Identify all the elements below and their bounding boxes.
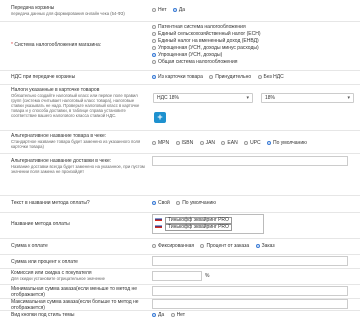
vat-from-product[interactable]: Из карточки товара (152, 74, 203, 80)
vat-rate-select[interactable]: 18% ▾ (261, 93, 354, 103)
send-cart-label: Передача корзины передача данных для фор… (11, 5, 146, 16)
alt-name-default[interactable]: По умолчанию (267, 140, 307, 146)
commission-label: Комиссия или скидка с покупателя Для ски… (11, 270, 146, 281)
sum-mode-row: Сумма к оплате Фиксированная Процент от … (0, 239, 360, 253)
commission-row: Комиссия или скидка с покупателя Для ски… (0, 269, 360, 283)
min-sum-row: Минимальная сумма заказа(если меньше то … (0, 285, 360, 298)
tax-option-patent[interactable]: Патентная система налогообложения (152, 24, 246, 31)
vat-delivery-row: НДС при передаче корзины Из карточки тов… (0, 71, 360, 83)
min-sum-label: Минимальная сумма заказа(если меньше то … (11, 286, 138, 298)
vat-forced[interactable]: Принудительно (209, 74, 251, 80)
tax-system-options: Патентная система налогообложения Единый… (152, 24, 266, 66)
alt-name-mpn[interactable]: MPN (152, 140, 169, 146)
max-sum-row: Максимальная сумма заказа(если больше то… (0, 299, 360, 311)
alt-delivery-name-help: Название доставки всегда будет заменено … (11, 164, 145, 174)
tax-classes-label: Налоги указанные в карточке товаров Обяз… (11, 87, 146, 118)
tax-option-general[interactable]: Общая система налогообложения (152, 59, 237, 66)
button-style-row: Вид кнопки под стиль темы Да Нет (0, 311, 360, 320)
percent-unit: % (205, 273, 210, 279)
sum-or-percent-row: Сумма или процент к оплате (0, 255, 360, 267)
chevron-down-icon: ▾ (347, 95, 350, 101)
vat-none[interactable]: Без НДС (257, 74, 284, 80)
sum-mode-percent[interactable]: Процент от заказа (200, 243, 249, 249)
tax-classes-row: Налоги указанные в карточке товаров Обяз… (0, 86, 360, 128)
alt-name-jan[interactable]: JAN (199, 140, 215, 146)
vat-class-select[interactable]: НДС 18% ▾ (153, 93, 253, 103)
alt-delivery-name-row: Альтернативное название доставки в чеке:… (0, 154, 360, 176)
sum-or-percent-label: Сумма или процент к оплате (11, 259, 78, 265)
sum-mode-label: Сумма к оплате (11, 243, 48, 249)
button-style-options: Да Нет (152, 312, 190, 318)
method-text-label: Текст в названии метода оплаты? (11, 200, 90, 206)
method-name-input[interactable]: Тинькофф эквайринг PRO (165, 224, 232, 231)
method-name-entry[interactable]: Тинькофф эквайринг PRO (153, 224, 263, 231)
min-sum-input[interactable] (152, 286, 348, 296)
add-tax-row-button[interactable]: + (154, 112, 166, 123)
send-cart-yes[interactable]: Да (172, 7, 185, 13)
alt-product-name-label: Альтернативное название товара в чеке: С… (11, 133, 146, 149)
tax-system-label: * Система налогообложения магазина: (11, 42, 102, 48)
alt-product-name-help: Стандартное название товара будет замене… (11, 139, 141, 149)
method-text-default[interactable]: По умолчанию (176, 200, 216, 206)
tax-option-usn[interactable]: Упрощенная (УСН, доходы) (152, 52, 222, 59)
method-name-input[interactable]: Тинькофф эквайринг PRO (165, 217, 232, 224)
button-style-no[interactable]: Нет (170, 312, 185, 318)
send-cart-options: Нет Да (152, 7, 190, 13)
alt-product-name-row: Альтернативное название товара в чеке: С… (0, 131, 360, 152)
alt-name-upc[interactable]: UPC (244, 140, 261, 146)
send-cart-no[interactable]: Нет (152, 7, 167, 13)
sum-mode-fixed[interactable]: Фиксированная (152, 243, 194, 249)
alt-delivery-name-label: Альтернативное название доставки в чеке:… (11, 158, 145, 174)
send-cart-help: передача данных для формирования онлайн … (11, 11, 125, 16)
alt-name-ean[interactable]: EAN (221, 140, 238, 146)
method-name-row: Название метода оплаты Тинькофф эквайрин… (0, 213, 360, 237)
method-text-options: Свой По умолчанию (152, 200, 221, 206)
sum-mode-options: Фиксированная Процент от заказа Заказ (152, 243, 280, 249)
tax-system-row: * Система налогообложения магазина: Пате… (0, 23, 360, 69)
tax-option-envd[interactable]: Единый налог на вмененный доход (ЕНВД) (152, 38, 259, 45)
send-cart-row: Передача корзины передача данных для фор… (0, 0, 360, 20)
method-text-row: Текст в названии метода оплаты? Свой По … (0, 196, 360, 208)
ru-flag-icon (155, 224, 162, 228)
method-name-label: Название метода оплаты (11, 221, 70, 227)
alt-name-isbn[interactable]: ISBN (175, 140, 193, 146)
vat-delivery-label: НДС при передаче корзины (11, 74, 76, 80)
commission-input[interactable] (152, 271, 202, 281)
chevron-down-icon: ▾ (246, 95, 249, 101)
tax-option-usn-minus[interactable]: Упрощенная (УСН, доходы минус расходы) (152, 45, 259, 52)
ru-flag-icon (155, 217, 162, 221)
sum-mode-order[interactable]: Заказ (255, 243, 275, 249)
vat-delivery-options: Из карточки товара Принудительно Без НДС (152, 74, 289, 80)
method-name-entry[interactable]: Тинькофф эквайринг PRO (153, 217, 263, 224)
sum-or-percent-input[interactable] (152, 256, 348, 266)
tax-classes-help: Обязательно создайте налоговый класс или… (11, 93, 140, 118)
max-sum-input[interactable] (152, 299, 348, 309)
tax-option-esn[interactable]: Единый сельскохозяйственный налог (ЕСН) (152, 31, 261, 38)
commission-help: Для скидки установите отрицательное знач… (11, 276, 105, 281)
method-name-list: Тинькофф эквайринг PRO Тинькофф эквайрин… (152, 214, 264, 234)
button-style-label: Вид кнопки под стиль темы (11, 312, 75, 318)
alt-product-name-options: MPN ISBN JAN EAN UPC По умолчанию (152, 140, 312, 146)
method-text-custom[interactable]: Свой (152, 200, 170, 206)
alt-delivery-name-input[interactable] (152, 156, 348, 166)
button-style-yes[interactable]: Да (152, 312, 164, 318)
